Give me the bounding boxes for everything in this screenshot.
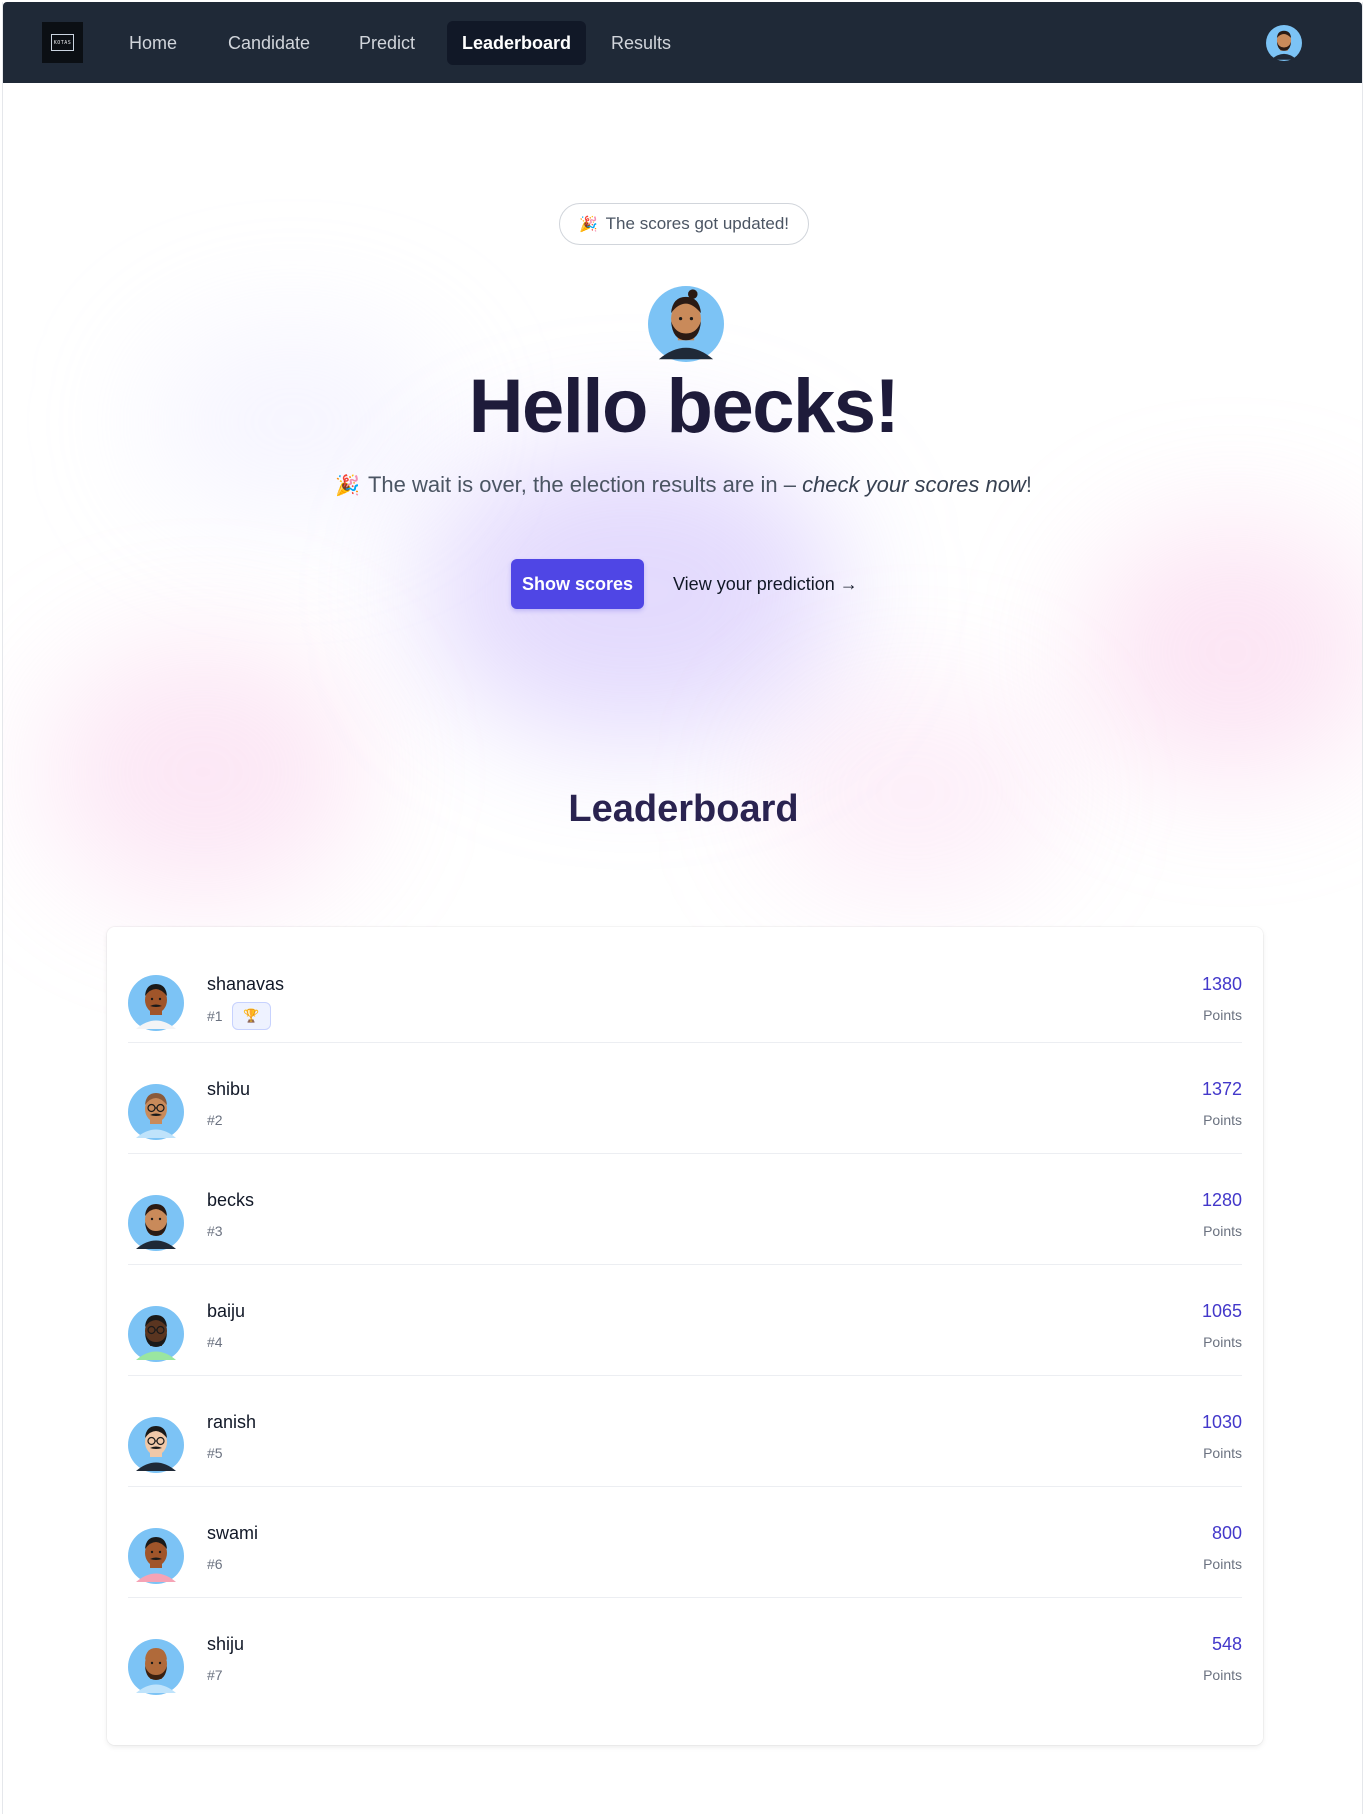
party-popper-icon: 🎉: [335, 475, 360, 497]
player-rank: #1: [207, 1008, 223, 1024]
player-points: 1380: [1201, 974, 1242, 994]
player-rank: #3: [207, 1223, 223, 1239]
player-points: 1280: [1201, 1190, 1242, 1210]
nav-item-leaderboard[interactable]: Leaderboard: [447, 21, 587, 65]
leaderboard-title: Leaderboard: [568, 788, 799, 830]
player-points: 800: [1211, 1523, 1242, 1543]
logo-text: KOTAS: [51, 34, 74, 51]
points-label: Points: [1203, 1334, 1242, 1350]
subtitle-emphasis: check your scores now: [802, 472, 1026, 497]
app-frame: KOTAS Home Candidate Predict Leaderboard…: [2, 2, 1363, 1814]
leaderboard-card: shanavas #1 🏆 1380 Points shibu #2 1372 Points be…: [107, 927, 1263, 1745]
player-points: 1030: [1201, 1412, 1242, 1432]
player-rank-group: #7: [207, 1667, 223, 1683]
leaderboard-row[interactable]: baiju #4 1065 Points: [128, 1265, 1242, 1376]
nav-item-predict[interactable]: Predict: [344, 21, 430, 65]
top-navbar: KOTAS Home Candidate Predict Leaderboard…: [3, 2, 1362, 83]
leaderboard-row[interactable]: swami #6 800 Points: [128, 1487, 1242, 1598]
user-avatar-icon[interactable]: [1266, 25, 1302, 61]
nav-item-results[interactable]: Results: [596, 21, 686, 65]
user-avatar-icon: [128, 1195, 184, 1251]
player-rank-group: #2: [207, 1112, 223, 1128]
subtitle-end: !: [1025, 472, 1032, 497]
nav-item-candidate[interactable]: Candidate: [213, 21, 325, 65]
points-label: Points: [1203, 1556, 1242, 1572]
player-rank-group: #1 🏆: [207, 1002, 271, 1030]
points-label: Points: [1203, 1007, 1242, 1023]
player-points: 548: [1211, 1634, 1242, 1654]
view-prediction-link[interactable]: View your prediction →: [673, 559, 858, 609]
player-name: swami: [207, 1523, 259, 1543]
app-logo[interactable]: KOTAS: [42, 22, 83, 63]
leaderboard-row[interactable]: shibu #2 1372 Points: [128, 1043, 1242, 1154]
user-avatar-icon: [128, 1306, 184, 1362]
points-label: Points: [1203, 1445, 1242, 1461]
player-name: baiju: [207, 1301, 246, 1321]
leaderboard-row[interactable]: shiju #7 548 Points: [128, 1598, 1242, 1709]
nav-item-home[interactable]: Home: [114, 21, 192, 65]
player-rank: #4: [207, 1334, 223, 1350]
player-points: 1372: [1201, 1079, 1242, 1099]
hero-subtitle: 🎉 The wait is over, the election results …: [3, 472, 1362, 498]
player-rank-group: #5: [207, 1445, 223, 1461]
player-name: shibu: [207, 1079, 251, 1099]
player-name: becks: [207, 1190, 255, 1210]
user-avatar-icon: [128, 1639, 184, 1695]
update-notice-text: The scores got updated!: [605, 214, 790, 233]
greeting-title: Hello becks!: [468, 364, 900, 449]
user-avatar-icon: [128, 1528, 184, 1584]
user-avatar-icon: [128, 1417, 184, 1473]
user-avatar-icon: [128, 975, 184, 1031]
player-rank: #5: [207, 1445, 223, 1461]
player-rank: #2: [207, 1112, 223, 1128]
player-rank: #6: [207, 1556, 223, 1572]
leaderboard-row[interactable]: becks #3 1280 Points: [128, 1154, 1242, 1265]
points-label: Points: [1203, 1223, 1242, 1239]
show-scores-button[interactable]: Show scores: [511, 559, 644, 609]
user-avatar-icon: [128, 1084, 184, 1140]
update-notice-pill[interactable]: 🎉 The scores got updated!: [559, 203, 809, 245]
leaderboard-row[interactable]: ranish #5 1030 Points: [128, 1376, 1242, 1487]
bg-glow: [1083, 522, 1362, 782]
player-name: shiju: [207, 1634, 245, 1654]
player-rank-group: #4: [207, 1334, 223, 1350]
points-label: Points: [1203, 1112, 1242, 1128]
player-points: 1065: [1201, 1301, 1242, 1321]
player-rank: #7: [207, 1667, 223, 1683]
party-popper-icon: 🎉: [578, 216, 598, 233]
points-label: Points: [1203, 1667, 1242, 1683]
subtitle-text: The wait is over, the election results a…: [367, 472, 803, 497]
player-rank-group: #3: [207, 1223, 223, 1239]
player-rank-group: #6: [207, 1556, 223, 1572]
trophy-icon: 🏆: [231, 1002, 271, 1030]
leaderboard-row[interactable]: shanavas #1 🏆 1380 Points: [128, 927, 1242, 1043]
player-name: shanavas: [207, 974, 285, 994]
hero-user-avatar: [648, 286, 724, 362]
player-name: ranish: [207, 1412, 257, 1432]
bg-glow: [43, 642, 363, 902]
